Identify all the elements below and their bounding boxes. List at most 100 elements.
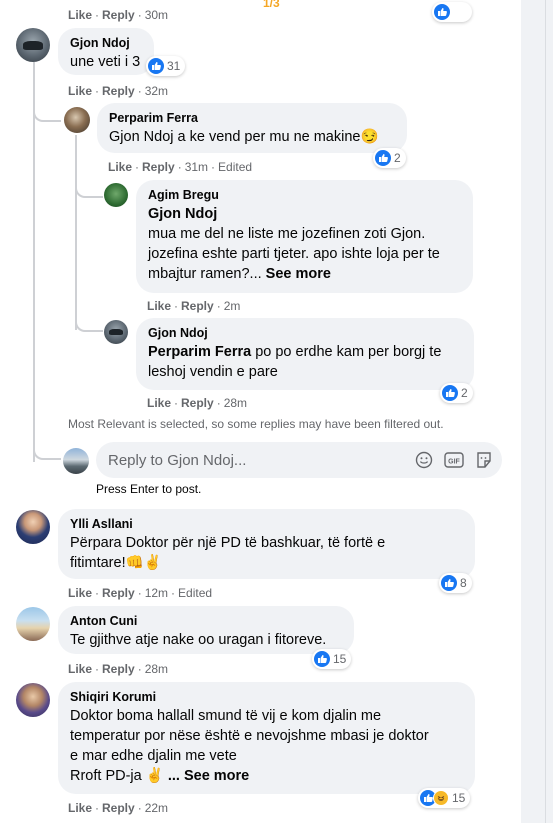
haha-icon [433,790,449,806]
like-button[interactable]: Like [108,160,132,174]
like-button[interactable]: Like [68,8,92,22]
comment-bubble-agim: Agim Bregu Gjon Ndoj mua me del ne liste… [136,180,473,293]
gjon-avatar[interactable] [104,320,128,344]
reaction-count: 8 [460,576,467,590]
reaction-count: 2 [394,151,401,165]
see-more-link[interactable]: ... See more [168,768,249,784]
perparim-avatar[interactable] [64,107,90,133]
like-icon [314,651,330,667]
comment-time[interactable]: 32m [145,84,168,98]
current-user-avatar[interactable] [63,448,89,474]
comment-actions-top: Like · Reply · 30m [68,8,169,22]
comment-author[interactable]: Shiqiri Korumi [70,689,463,706]
comment-author[interactable]: Perparim Ferra [109,110,395,127]
gjon-avatar[interactable] [16,28,50,62]
reaction-summary[interactable]: 31 [146,56,186,76]
like-button[interactable]: Like [68,586,92,600]
reaction-summary[interactable]: 8 [439,573,472,593]
comment-text: Te gjithve atje nake oo uragan i fitorev… [70,632,327,648]
comment-time[interactable]: 31m [185,160,208,174]
like-button[interactable]: Like [68,662,92,676]
comment-text: Gjon Ndoj a ke vend per mu ne makine [109,129,361,145]
thread-line-main [33,62,35,462]
like-button[interactable]: Like [68,801,92,815]
see-more-link[interactable]: See more [266,266,331,282]
comment-bubble-anton: Anton Cuni Te gjithve atje nake oo uraga… [58,606,354,654]
comment-bubble-perparim: Perparim Ferra Gjon Ndoj a ke vend per m… [97,103,407,153]
edited-label: Edited [178,586,213,600]
comment-text: une veti i 3 [70,54,141,70]
reply-input[interactable]: Reply to Gjon Ndoj... [108,452,412,469]
ylli-avatar[interactable] [16,510,50,544]
comment-time[interactable]: 2m [224,299,241,313]
comment-actions: Like · Reply · 28m [147,396,248,410]
comment-bubble-shiqiri: Shiqiri Korumi Doktor boma hallall smund… [58,682,475,794]
like-icon [148,58,164,74]
comment-text: Doktor boma hallall smund të vij e kom d… [70,708,429,784]
comment-bubble-gjon: Gjon Ndoj une veti i 3 [58,28,154,75]
comment-text: Përpara Doktor për një PD të bashkuar, t… [70,535,386,571]
page-divider [545,0,546,823]
reply-button[interactable]: Reply [102,8,135,22]
reaction-summary[interactable]: 2 [440,383,473,403]
reaction-count: 2 [461,386,468,400]
reply-button[interactable]: Reply [102,801,135,815]
comment-actions: Like · Reply · 28m [68,662,169,676]
mention-link[interactable]: Gjon Ndoj [148,204,461,224]
smirk-emoji: 😏 [360,129,379,145]
thread-line-nested [75,135,77,330]
like-icon [441,575,457,591]
like-icon [375,150,391,166]
comment-author[interactable]: Gjon Ndoj [70,35,142,52]
reply-button[interactable]: Reply [181,396,214,410]
like-button[interactable]: Like [147,396,171,410]
comment-actions: Like · Reply · 12m · Edited [68,586,213,600]
reply-button[interactable]: Reply [102,586,135,600]
comment-time[interactable]: 12m [145,586,168,600]
mention-link[interactable]: Perparim Ferra [148,344,251,360]
emoji-icon[interactable] [412,448,436,472]
comment-bubble-gjon-reply: Gjon Ndoj Perparim Ferra po po erdhe kam… [136,318,474,390]
thread-connector-agim [75,180,103,198]
comment-actions: Like · Reply · 31m · Edited [108,160,253,174]
reaction-summary[interactable]: 2 [373,148,406,168]
reaction-summary-top[interactable] [432,2,472,22]
like-button[interactable]: Like [68,84,92,98]
reaction-summary[interactable]: 15 [312,649,352,669]
comment-actions: Like · Reply · 32m [68,84,169,98]
filter-note: Most Relevant is selected, so some repli… [68,417,444,431]
comment-actions: Like · Reply · 22m [68,801,169,815]
comment-author[interactable]: Gjon Ndoj [148,325,462,342]
comment-time[interactable]: 22m [145,801,168,815]
gif-icon[interactable]: GIF [442,448,466,472]
comment-author[interactable]: Anton Cuni [70,613,342,630]
comment-author[interactable]: Ylli Asllani [70,516,463,533]
page-background-edge [521,0,553,823]
reply-button[interactable]: Reply [102,84,135,98]
reply-button[interactable]: Reply [142,160,175,174]
reply-button[interactable]: Reply [181,299,214,313]
sticker-icon[interactable] [472,448,496,472]
comment-bubble-ylli: Ylli Asllani Përpara Doktor për një PD t… [58,509,475,579]
agim-avatar[interactable] [104,183,128,207]
reaction-count: 31 [167,59,181,73]
fist-victory-emoji: 👊✌ [125,555,162,571]
reply-box[interactable]: Reply to Gjon Ndoj... GIF [96,442,502,478]
comment-time[interactable]: 28m [145,662,168,676]
reaction-summary[interactable]: 15 [418,788,471,808]
comment-time[interactable]: 28m [224,396,247,410]
reply-button[interactable]: Reply [102,662,135,676]
victory-emoji: ✌ [145,768,164,784]
page-indicator: 1/3 [263,0,280,10]
comment-time[interactable]: 30m [145,8,168,22]
thread-connector-gjon-reply [75,314,103,332]
thread-connector-perparim [33,102,61,122]
reaction-count: 15 [452,791,466,805]
shiqiri-avatar[interactable] [16,683,50,717]
edited-label: Edited [218,160,253,174]
like-button[interactable]: Like [147,299,171,313]
anton-avatar[interactable] [16,607,50,641]
comment-actions: Like · Reply · 2m [147,299,241,313]
press-enter-hint: Press Enter to post. [96,482,202,496]
comment-author[interactable]: Agim Bregu [148,187,461,204]
